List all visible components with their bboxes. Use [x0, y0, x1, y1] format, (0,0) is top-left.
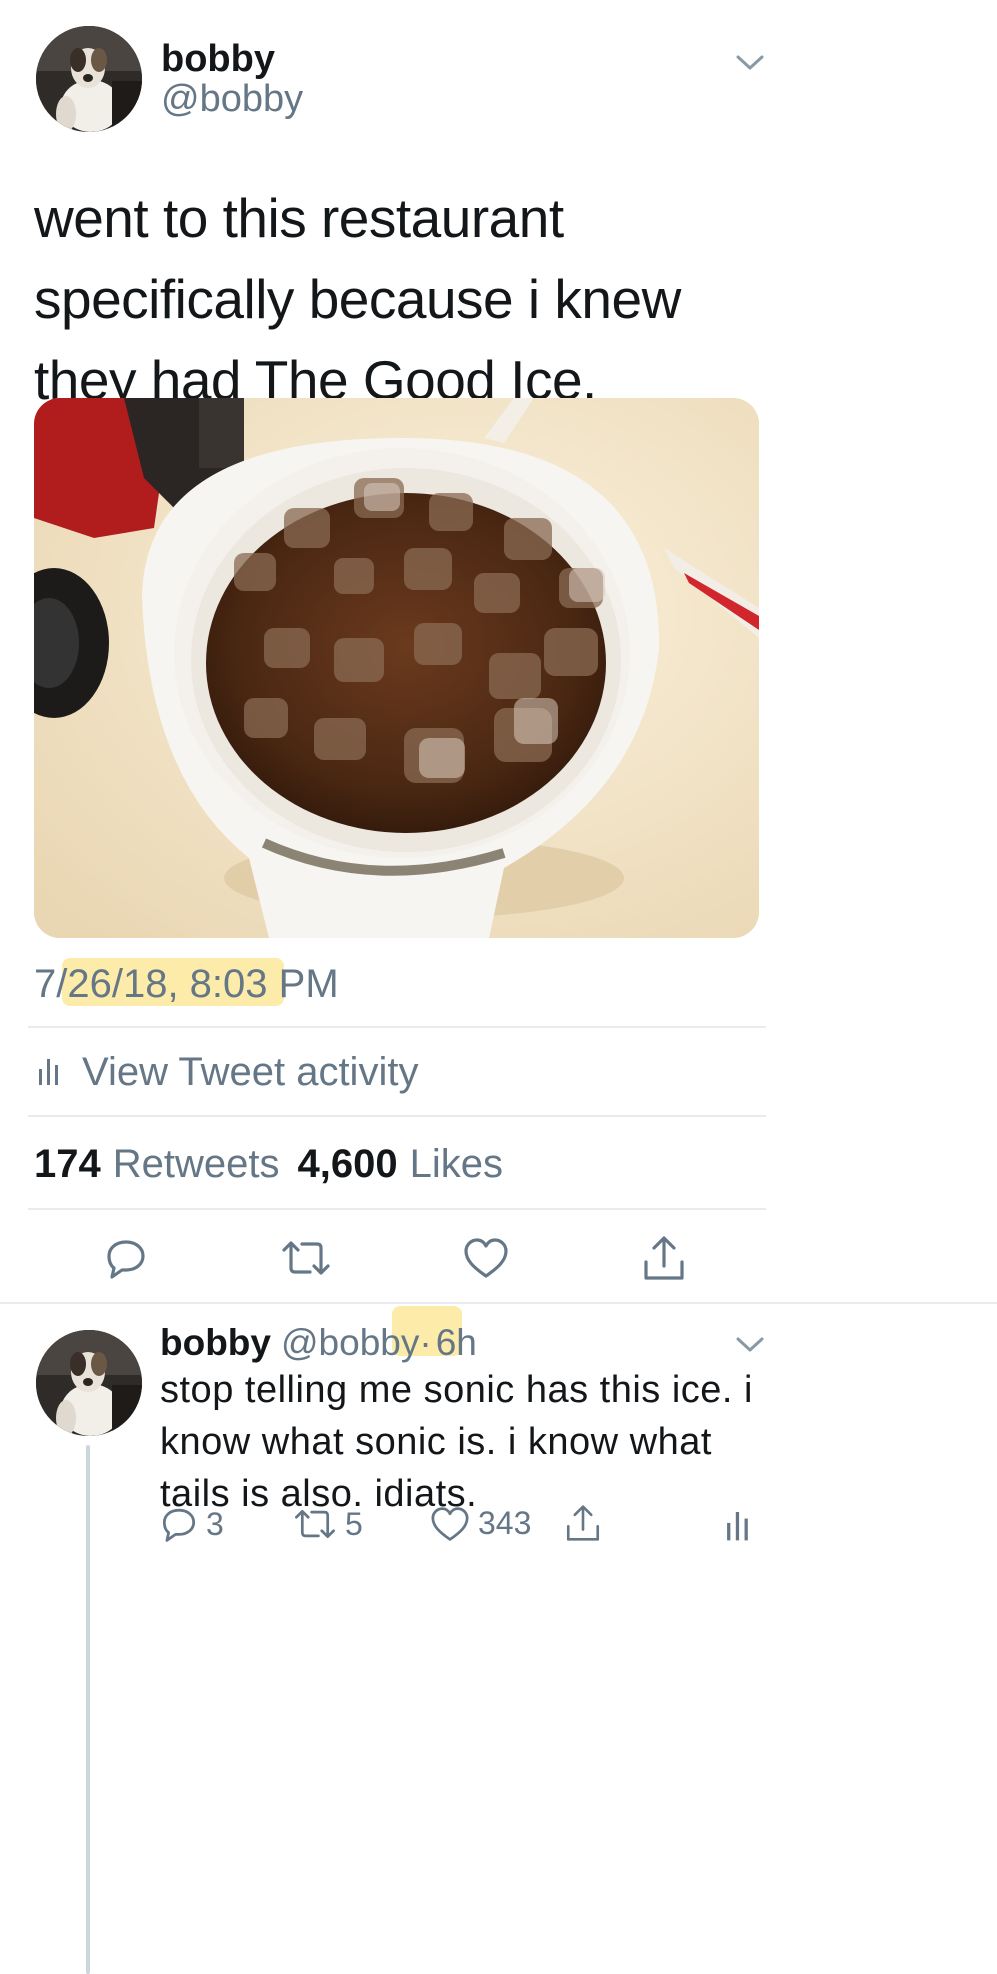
- author-avatar[interactable]: [36, 26, 142, 132]
- reply-icon: [107, 1240, 145, 1279]
- reply-retweet-button[interactable]: 5: [293, 1505, 363, 1543]
- share-icon: [566, 1505, 600, 1541]
- divider: [28, 1026, 766, 1028]
- author-handle[interactable]: @bobby: [161, 78, 303, 121]
- like-icon: [431, 1506, 469, 1541]
- divider: [28, 1208, 766, 1210]
- divider: [28, 1115, 766, 1117]
- reply-button[interactable]: [100, 1232, 152, 1284]
- reply-like-button[interactable]: 343: [430, 1505, 531, 1542]
- likes-label[interactable]: Likes: [410, 1142, 503, 1187]
- reply-reply-button[interactable]: 3: [160, 1505, 224, 1543]
- reply-author-name[interactable]: bobby: [160, 1322, 271, 1364]
- tweet-timestamp[interactable]: 7/26/18, 8:03 PM: [34, 962, 339, 1007]
- reply-retweet-count: 5: [345, 1505, 363, 1542]
- retweets-count[interactable]: 174: [34, 1142, 101, 1187]
- share-icon: [644, 1236, 684, 1280]
- thread-connector-line: [86, 1445, 90, 1974]
- reply-author-avatar[interactable]: [36, 1330, 142, 1436]
- retweet-icon: [295, 1509, 335, 1539]
- reply-icon: [162, 1508, 196, 1542]
- chevron-down-icon[interactable]: [734, 1332, 766, 1356]
- view-tweet-activity-label: View Tweet activity: [82, 1050, 419, 1094]
- retweet-button[interactable]: [278, 1232, 334, 1284]
- reply-time[interactable]: 6h: [436, 1322, 477, 1364]
- reply-text: stop telling me sonic has this ice. i kn…: [160, 1369, 753, 1515]
- like-icon: [464, 1238, 508, 1278]
- reply-share-button[interactable]: [565, 1502, 601, 1544]
- chevron-down-icon[interactable]: [734, 50, 766, 74]
- share-button[interactable]: [638, 1230, 690, 1286]
- tweet-text: went to this restaurant specifically bec…: [34, 187, 681, 411]
- retweets-label[interactable]: Retweets: [113, 1142, 280, 1187]
- analytics-icon: [727, 1512, 748, 1541]
- reply-like-count: 343: [478, 1505, 532, 1541]
- engagement-stats: 174 Retweets 4,600 Likes: [34, 1142, 503, 1187]
- reply-separator: ·: [419, 1322, 432, 1363]
- like-button[interactable]: [460, 1232, 512, 1284]
- reply-author-handle[interactable]: @bobby: [281, 1322, 419, 1364]
- likes-count[interactable]: 4,600: [298, 1142, 398, 1187]
- analytics-icon: [38, 1050, 60, 1095]
- view-tweet-activity-link[interactable]: View Tweet activity: [38, 1050, 418, 1095]
- reply-reply-count: 3: [206, 1505, 224, 1542]
- author-name[interactable]: bobby: [161, 38, 275, 81]
- tweet-media-image[interactable]: [34, 398, 759, 938]
- section-divider: [0, 1302, 997, 1304]
- reply-analytics-button[interactable]: [726, 1507, 750, 1541]
- retweet-icon: [282, 1241, 330, 1275]
- reply-header: bobby @bobby · 6h: [160, 1322, 477, 1364]
